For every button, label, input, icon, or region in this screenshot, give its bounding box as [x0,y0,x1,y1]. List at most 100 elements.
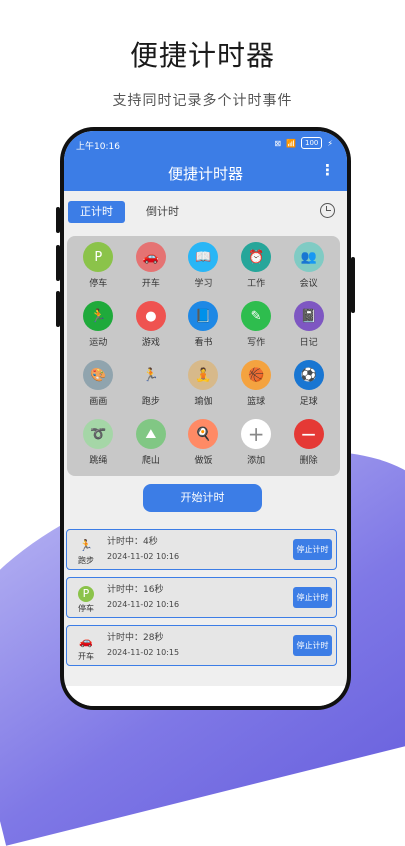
activity-item[interactable]: 🏃 跑步 [125,360,178,415]
activity-item[interactable]: ➰ 跳绳 [72,419,125,474]
diary-icon: 📓 [293,301,324,331]
cooking-icon: 🍳 [188,419,219,449]
status-icons: ⊠ 📶 100 ⚡ [274,137,333,149]
activity-label: 删除 [299,456,318,466]
activity-item[interactable]: 📓 日记 [282,301,335,356]
phone-screen: 上午10:16 ⊠ 📶 100 ⚡ 便捷计时器 ⋮ 正计时 倒计时 P 停车 🚗 开车… [64,131,347,706]
activity-label: 画画 [89,397,108,407]
meeting-icon: 👥 [293,242,324,272]
sim-icon: ⊠ [274,138,282,148]
activity-label: 跳绳 [89,456,108,466]
parking-icon: P [83,242,114,272]
football-icon: ⚽ [293,360,324,390]
delete-icon: − [293,419,324,449]
timer-mode-tabs: 正计时 倒计时 [68,201,343,223]
activity-grid: P 停车 🚗 开车 📖 学习 ⏰ 工作 👥 会议 🏃 运动 ● 游戏 📘 看书 ✎ 写作 📓 日记 🎨 画画 🏃 跑步 🧘 瑜伽 🏀… [72,242,335,474]
painting-icon: 🎨 [83,360,114,390]
record-elapsed: 计时中：4秒 [107,537,158,547]
activity-item[interactable]: 📘 看书 [177,301,230,356]
activity-item[interactable]: P 停车 [72,242,125,297]
car-icon: 🚗 [135,242,166,272]
activity-label: 工作 [247,279,266,289]
activity-label: 篮球 [247,397,266,407]
phone-side-button [56,207,60,233]
activity-label: 看书 [194,338,213,348]
stop-timer-button[interactable]: 停止计时 [293,587,332,608]
activity-label: 停车 [89,279,108,289]
battery-icon: 100 [301,137,323,149]
activity-label: 会议 [299,279,318,289]
running-icon: 🏃 [79,539,93,552]
activity-panel: P 停车 🚗 开车 📖 学习 ⏰ 工作 👥 会议 🏃 运动 ● 游戏 📘 看书 ✎ 写作 📓 日记 🎨 画画 🏃 跑步 🧘 瑜伽 🏀… [67,236,340,476]
activity-label: 日记 [299,338,318,348]
record-start-time: 2024-11-02 10:16 [107,600,180,609]
app-title: 便捷计时器 [167,165,243,183]
running-icon: 🏃 [135,360,166,390]
activity-label: 做饭 [194,456,213,466]
activity-item[interactable]: 🚗 开车 [125,242,178,297]
activity-label: 开车 [141,279,160,289]
parking-icon: P [75,582,97,602]
charging-icon: ⚡ [327,138,333,148]
phone-frame: 上午10:16 ⊠ 📶 100 ⚡ 便捷计时器 ⋮ 正计时 倒计时 P 停车 🚗 开车… [56,127,355,710]
activity-label: 添加 [247,456,266,466]
writing-icon: ✎ [241,301,272,331]
activity-label: 学习 [194,279,213,289]
status-time: 上午10:16 [76,142,120,152]
basketball-icon: 🏀 [241,360,272,390]
activity-item[interactable]: ● 游戏 [125,301,178,356]
activity-item[interactable]: 🎨 画画 [72,360,125,415]
record-start-time: 2024-11-02 10:15 [107,648,180,657]
activity-item[interactable]: 🍳 做饭 [177,419,230,474]
timer-record-row: 🚗 开车 计时中：28秒 2024-11-02 10:15 停止计时 [66,625,337,666]
activity-item[interactable]: ⏰ 工作 [230,242,283,297]
activity-item[interactable]: ✎ 写作 [230,301,283,356]
activity-item[interactable]: 🏀 篮球 [230,360,283,415]
activity-label: 写作 [247,338,266,348]
car-icon: 🚗 [79,635,93,648]
stop-timer-button[interactable]: 停止计时 [293,635,332,656]
app-bar: 上午10:16 ⊠ 📶 100 ⚡ 便捷计时器 ⋮ [64,131,347,191]
timer-record-row: 🏃 跑步 计时中：4秒 2024-11-02 10:16 停止计时 [66,529,337,570]
record-start-time: 2024-11-02 10:16 [107,552,180,561]
record-activity-label: 开车 [78,652,94,661]
activity-item[interactable]: ⛰ 爬山 [125,419,178,474]
activity-label: 跑步 [141,397,160,407]
jump-rope-icon: ➰ [83,419,114,449]
stop-timer-button[interactable]: 停止计时 [293,539,332,560]
record-activity-label: 跑步 [78,556,94,565]
record-elapsed: 计时中：16秒 [107,585,164,595]
book-study-icon: 📖 [188,242,219,272]
activity-item[interactable]: + 添加 [230,419,283,474]
record-activity-label: 停车 [78,604,94,613]
exercise-icon: 🏃 [83,301,114,331]
yoga-icon: 🧘 [188,360,219,390]
add-icon: + [241,419,272,449]
promo-title: 便捷计时器 [129,39,275,72]
activity-item[interactable]: 🧘 瑜伽 [177,360,230,415]
more-menu-icon[interactable]: ⋮ [320,161,335,179]
activity-label: 爬山 [141,456,160,466]
timer-record-row: P 停车 计时中：16秒 2024-11-02 10:16 停止计时 [66,577,337,618]
phone-power-button [351,257,355,313]
game-icon: ● [135,301,166,331]
phone-volume-down [56,291,60,327]
activity-item[interactable]: 👥 会议 [282,242,335,297]
promo-subtitle: 支持同时记录多个计时事件 [112,93,293,109]
activity-item[interactable]: − 删除 [282,419,335,474]
activity-item[interactable]: ⚽ 足球 [282,360,335,415]
record-elapsed: 计时中：28秒 [107,633,164,643]
reading-icon: 📘 [188,301,219,331]
history-clock-icon[interactable] [320,203,335,218]
activity-label: 运动 [89,338,108,348]
activity-item[interactable]: 🏃 运动 [72,301,125,356]
activity-label: 足球 [299,397,318,407]
start-timer-button[interactable]: 开始计时 [143,484,262,512]
activity-item[interactable]: 📖 学习 [177,242,230,297]
tab-count-up[interactable]: 正计时 [68,201,125,223]
wifi-icon: 📶 [286,138,296,148]
activity-label: 瑜伽 [194,397,213,407]
work-clock-icon: ⏰ [241,242,272,272]
mountain-icon: ⛰ [135,419,166,449]
tab-count-down[interactable]: 倒计时 [134,201,191,223]
